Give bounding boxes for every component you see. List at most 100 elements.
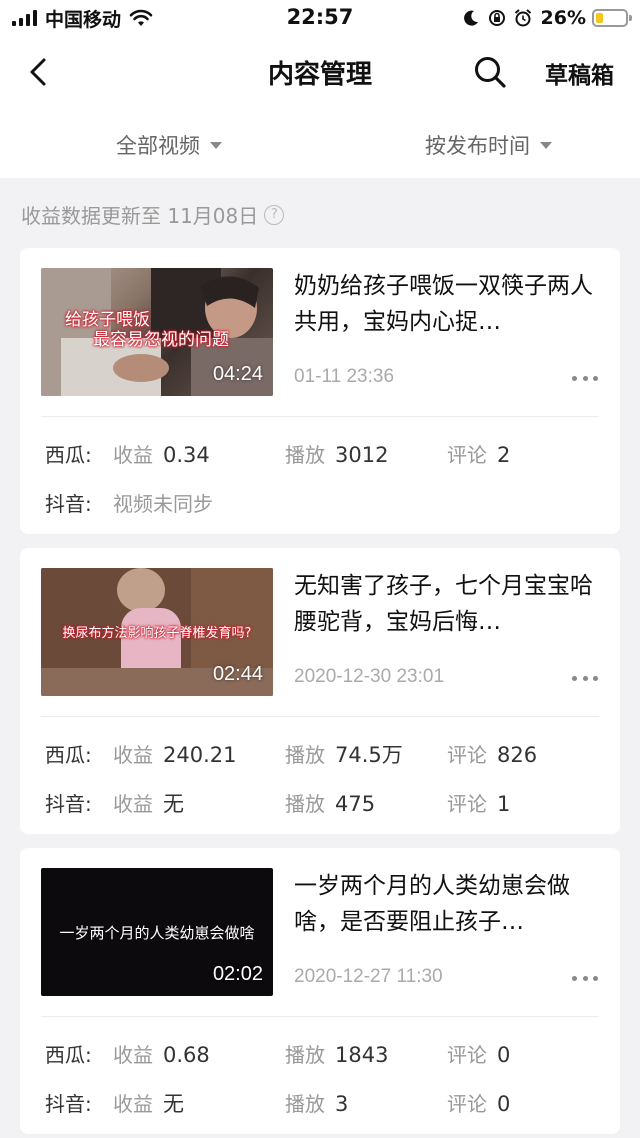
video-thumbnail[interactable]: 换尿布方法影响孩子脊椎发育吗? 02:44 [41, 568, 273, 696]
video-date: 2020-12-27 11:30 [294, 966, 443, 987]
nav-bar: 内容管理 草稿箱 [0, 36, 640, 110]
income-stat: 收益 0.68 [113, 1039, 210, 1068]
stat-value: 1843 [335, 1043, 389, 1067]
stat-value: 74.5万 [335, 743, 403, 767]
thumbnail-caption: 一岁两个月的人类幼崽会做啥 [59, 924, 255, 942]
video-duration: 02:44 [212, 663, 263, 685]
alarm-icon [514, 9, 531, 27]
stat-value: 0 [497, 1043, 511, 1067]
stat-label: 播放 [285, 1043, 325, 1067]
douyin-stats-row: 抖音: 收益无 播放 3 评论 0 [20, 1088, 620, 1118]
more-options-button[interactable] [572, 368, 598, 388]
stat-label: 收益 [113, 1092, 153, 1116]
divider [41, 716, 599, 717]
stat-label: 播放 [285, 1092, 325, 1116]
search-icon [475, 57, 506, 88]
video-duration: 04:24 [212, 363, 263, 385]
comments-stat: 评论 1 [447, 788, 510, 817]
video-thumbnail[interactable]: 给孩子喂饭 最容易忽视的问题 04:24 [41, 268, 273, 396]
stat-label: 收益 [113, 743, 153, 767]
caret-down-icon [540, 141, 552, 149]
stat-value: 0.68 [163, 1043, 210, 1067]
stat-label: 收益 [113, 1043, 153, 1067]
stat-label: 播放 [285, 743, 325, 767]
platform-label: 西瓜: [45, 1043, 92, 1067]
douyin-stats-row: 抖音: 收益无 播放 475 评论 1 [20, 788, 620, 818]
video-thumbnail[interactable]: 一岁两个月的人类幼崽会做啥 02:02 [41, 868, 273, 996]
thumbnail-caption-line: 最容易忽视的问题 [93, 330, 229, 350]
stat-value: 475 [335, 792, 376, 816]
draft-box-button[interactable]: 草稿箱 [545, 56, 614, 90]
stat-value: 240.21 [163, 743, 237, 767]
thumbnail-caption-line: 给孩子喂饭 [65, 310, 150, 330]
battery-icon [592, 9, 632, 27]
filter-all-videos[interactable]: 全部视频 [116, 130, 222, 160]
help-icon[interactable]: ? [264, 204, 285, 225]
stat-label: 评论 [447, 443, 487, 467]
video-title[interactable]: 奶奶给孩子喂饭一双筷子两人共用，宝妈内心捉… [294, 268, 594, 340]
more-options-button[interactable] [572, 968, 598, 988]
stat-label: 收益 [113, 792, 153, 816]
comments-stat: 评论 2 [447, 439, 510, 468]
plays-stat: 播放 74.5万 [285, 739, 403, 769]
header-area: 中国移动 22:57 26% 内容管理 草稿箱 全部视频 按发布时间 [0, 0, 640, 178]
status-bar: 中国移动 22:57 26% [0, 0, 640, 36]
more-options-button[interactable] [572, 668, 598, 688]
platform-label: 抖音: [45, 492, 92, 516]
divider [41, 416, 599, 417]
video-date: 2020-12-30 23:01 [294, 666, 445, 687]
moon-icon [463, 10, 478, 26]
xigua-stats-row: 西瓜: 收益 240.21 播放 74.5万 评论 826 [20, 739, 620, 769]
plays-stat: 播放 3012 [285, 439, 388, 468]
xigua-stats-row: 西瓜: 收益 0.34 播放 3012 评论 2 [20, 439, 620, 469]
status-right: 26% [461, 5, 632, 31]
stat-value: 826 [497, 743, 538, 767]
filter-all-videos-label: 全部视频 [116, 134, 200, 158]
video-card[interactable]: 换尿布方法影响孩子脊椎发育吗? 02:44 无知害了孩子，七个月宝宝哈腰驼背，宝… [20, 548, 620, 834]
stat-label: 播放 [285, 443, 325, 467]
stat-value: 2 [497, 443, 511, 467]
caret-down-icon [210, 141, 222, 149]
battery-fill [596, 13, 604, 23]
stat-value: 无 [163, 1092, 184, 1116]
plays-stat: 播放 475 [285, 788, 375, 817]
comments-stat: 评论 0 [447, 1088, 510, 1117]
platform-label: 抖音: [45, 792, 92, 816]
platform-label: 抖音: [45, 1092, 92, 1116]
video-title[interactable]: 一岁两个月的人类幼崽会做啥，是否要阻止孩子… [294, 868, 594, 940]
stat-value: 无 [163, 792, 184, 816]
divider [41, 1016, 599, 1017]
video-card[interactable]: 一岁两个月的人类幼崽会做啥 02:02 一岁两个月的人类幼崽会做啥，是否要阻止孩… [20, 848, 620, 1134]
stat-label: 评论 [447, 743, 487, 767]
stat-label: 播放 [285, 792, 325, 816]
video-duration: 02:02 [212, 963, 263, 985]
video-card[interactable]: 给孩子喂饭 最容易忽视的问题 04:24 奶奶给孩子喂饭一双筷子两人共用，宝妈内… [20, 248, 620, 534]
comments-stat: 评论 0 [447, 1039, 510, 1068]
notice-text: 收益数据更新至 11月08日 [21, 204, 259, 228]
earnings-update-notice: 收益数据更新至 11月08日 ? [21, 200, 285, 229]
filter-sort-time[interactable]: 按发布时间 [425, 130, 552, 160]
plays-stat: 播放 1843 [285, 1039, 388, 1068]
filter-sort-time-label: 按发布时间 [425, 134, 530, 158]
thumbnail-caption: 换尿布方法影响孩子脊椎发育吗? [62, 626, 252, 641]
filter-bar: 全部视频 按发布时间 [0, 118, 640, 170]
stat-label: 评论 [447, 1092, 487, 1116]
video-title[interactable]: 无知害了孩子，七个月宝宝哈腰驼背，宝妈后悔… [294, 568, 594, 640]
page-title: 内容管理 [267, 60, 372, 90]
stat-label: 评论 [447, 792, 487, 816]
stat-value: 3 [335, 1092, 349, 1116]
xigua-stats-row: 西瓜: 收益 0.68 播放 1843 评论 0 [20, 1039, 620, 1069]
income-stat: 收益无 [113, 1088, 184, 1118]
income-stat: 收益 0.34 [113, 439, 210, 468]
plays-stat: 播放 3 [285, 1088, 348, 1117]
platform-label: 西瓜: [45, 743, 92, 767]
rotation-lock-icon [488, 10, 505, 26]
comments-stat: 评论 826 [447, 739, 537, 768]
battery-percentage: 26% [540, 7, 586, 29]
douyin-stats-row: 抖音: 视频未同步 [20, 488, 620, 518]
stat-value: 3012 [335, 443, 389, 467]
search-button[interactable] [470, 52, 510, 92]
video-date: 01-11 23:36 [294, 366, 395, 387]
income-stat: 收益无 [113, 788, 184, 818]
stat-value: 0 [497, 1092, 511, 1116]
